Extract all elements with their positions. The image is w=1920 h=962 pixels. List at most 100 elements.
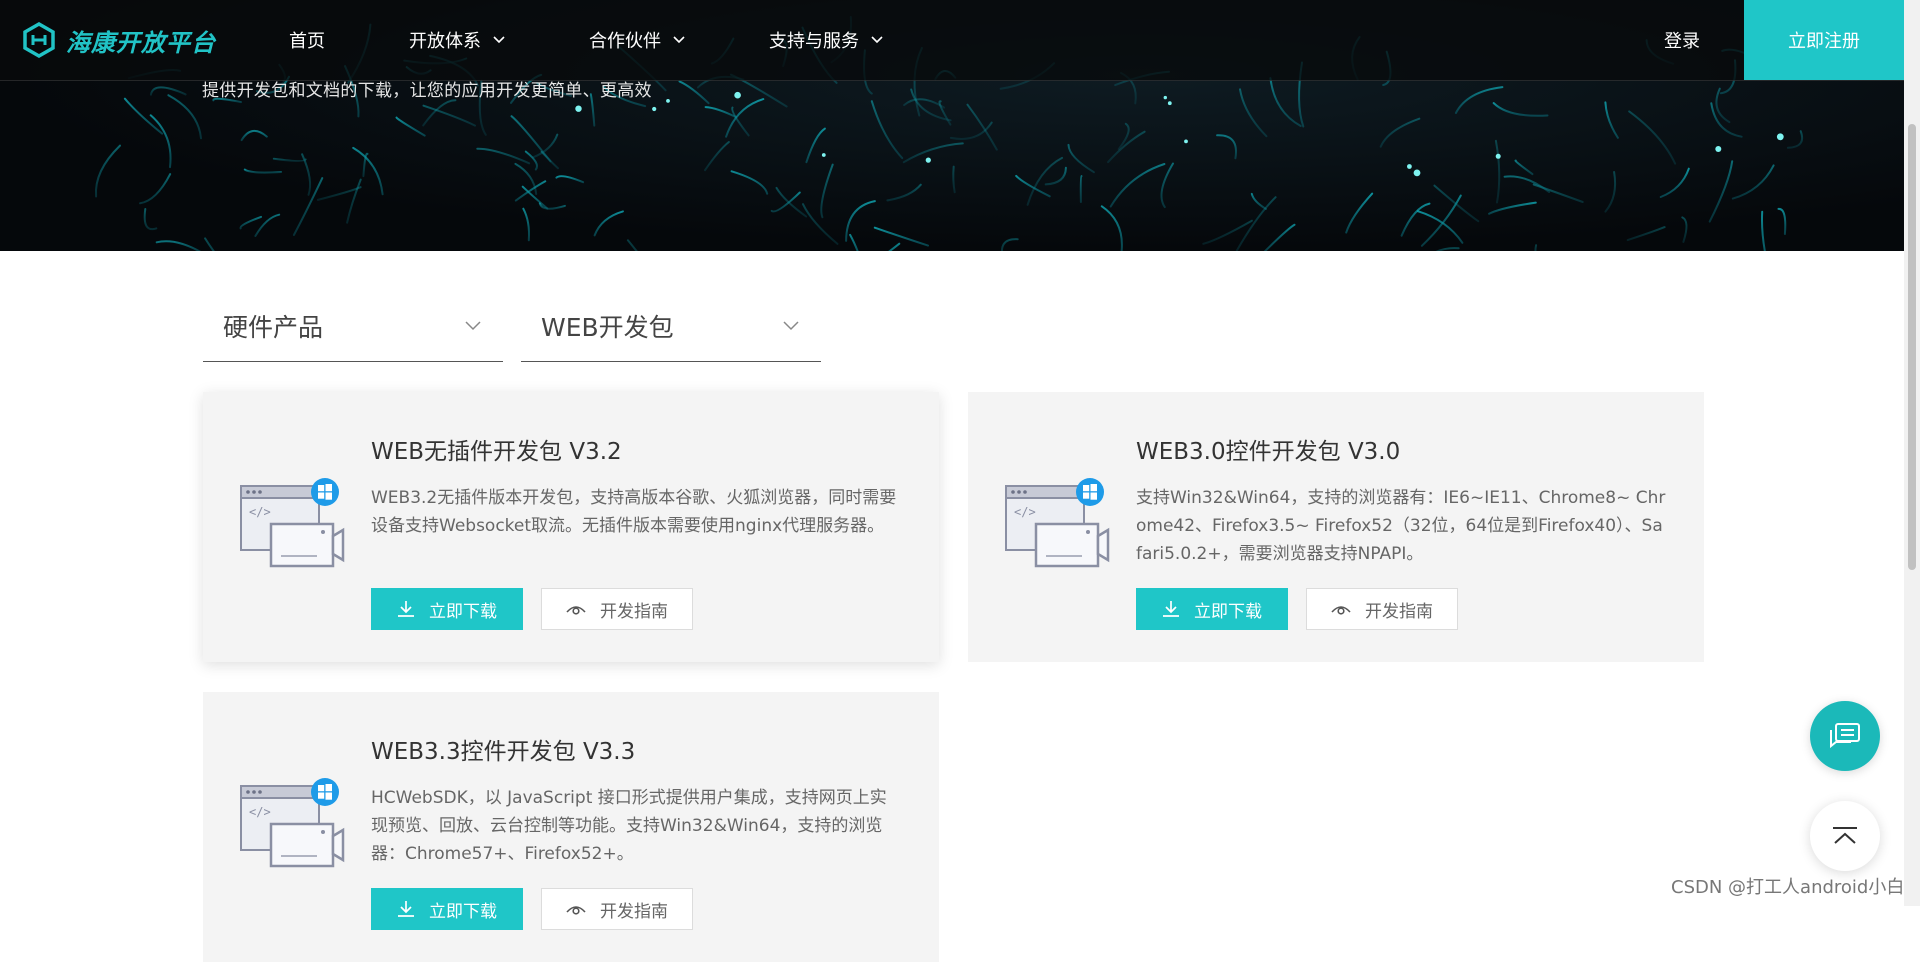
- register-button[interactable]: 立即注册: [1744, 0, 1904, 80]
- hero-glow-dot: [1163, 95, 1168, 100]
- hero-arc: [1628, 110, 1677, 165]
- filter-web-sdk-label: WEB开发包: [541, 312, 674, 342]
- hero-arc: [395, 116, 426, 137]
- hero-glow-dot: [1407, 164, 1412, 169]
- back-to-top-icon: [1833, 827, 1857, 844]
- sdk-card: </> WEB无插件开发包 V3.2 WEB3.2无插件版本开发包，支持高版本谷…: [203, 392, 939, 662]
- download-icon: [398, 901, 414, 917]
- hero-arc: [123, 97, 164, 135]
- login-link[interactable]: 登录: [1664, 0, 1700, 80]
- hero-arc: [1786, 130, 1804, 149]
- hero-arc: [1202, 219, 1253, 245]
- hero-arc: [1681, 216, 1688, 243]
- nav-home[interactable]: 首页: [289, 0, 325, 80]
- download-button[interactable]: 立即下载: [1136, 588, 1288, 630]
- hero-arc: [292, 177, 324, 236]
- hero-arc: [730, 170, 769, 195]
- hero-arc: [873, 226, 929, 247]
- csdn-watermark: CSDN @打工人android小白: [1671, 877, 1905, 898]
- hero-arc: [476, 147, 531, 165]
- hero-arc: [1067, 143, 1095, 174]
- hero-arc: [522, 207, 530, 242]
- hero-arc: [1731, 164, 1775, 200]
- hero-arc: [1760, 210, 1766, 251]
- scrollbar-thumb[interactable]: [1908, 124, 1916, 570]
- hero-arc: [94, 144, 121, 198]
- chevron-down-icon: [783, 320, 799, 330]
- chevron-down-icon: [673, 36, 685, 44]
- hero-arc: [802, 203, 839, 245]
- hero-arc: [1435, 247, 1460, 251]
- card-title: WEB3.3控件开发包 V3.3: [371, 739, 636, 765]
- hero-arc: [167, 94, 202, 140]
- hero-arc: [204, 237, 215, 251]
- hero-arc: [1534, 244, 1538, 251]
- nav-support[interactable]: 支持与服务: [769, 0, 883, 80]
- hero-arc: [1400, 202, 1431, 237]
- logo-text: 海康开放平台: [66, 28, 216, 57]
- filter-web-sdk[interactable]: WEB开发包: [521, 290, 821, 362]
- nav-open-system-label: 开放体系: [409, 31, 481, 52]
- hero-arc: [678, 80, 710, 105]
- hero-arc: [139, 173, 172, 205]
- top-navbar: 海康开放平台 首页 开放体系 合作伙伴 支持与服务 登录 立即注册: [0, 0, 1904, 81]
- hero-arc: [524, 150, 538, 171]
- hero-arc: [1235, 196, 1277, 251]
- browser-video-icon: </>: [240, 778, 345, 868]
- hero-arc: [1514, 159, 1534, 176]
- hero-arc: [1659, 167, 1690, 198]
- svg-text:</>: </>: [249, 505, 271, 519]
- card-title: WEB无插件开发包 V3.2: [371, 439, 622, 465]
- hero-arc: [1250, 192, 1267, 210]
- nav-open-system[interactable]: 开放体系: [409, 0, 505, 80]
- hero-arc: [1433, 184, 1480, 223]
- hero-arc: [966, 103, 998, 151]
- hero-arc: [143, 208, 158, 231]
- hero-arc: [1379, 117, 1421, 148]
- svg-text:</>: </>: [1014, 505, 1036, 519]
- hero-arc: [1345, 192, 1374, 234]
- hero-arc: [704, 141, 730, 172]
- hero-arc: [149, 114, 172, 169]
- nav-partners[interactable]: 合作伙伴: [589, 0, 685, 80]
- hero-arc: [540, 150, 559, 170]
- hero-arc: [1492, 102, 1549, 117]
- back-to-top-button[interactable]: [1810, 801, 1880, 871]
- hero-arc: [243, 168, 283, 174]
- dev-guide-button[interactable]: 开发指南: [541, 888, 693, 930]
- chat-button[interactable]: [1810, 701, 1880, 771]
- sdk-card: </> WEB3.3控件开发包 V3.3 HCWebSDK，以 JavaScri…: [203, 692, 939, 962]
- hero-arc: [514, 180, 547, 202]
- hero-glow-dot: [821, 153, 826, 157]
- hero-glow-dot: [1495, 153, 1501, 159]
- chat-icon: [1830, 723, 1860, 749]
- hero-arc: [1044, 166, 1067, 186]
- card-title: WEB3.0控件开发包 V3.0: [1136, 439, 1401, 465]
- hero-arc: [888, 242, 901, 251]
- hero-arc: [1239, 88, 1268, 138]
- hero-arc: [555, 175, 585, 184]
- sdk-card: </> WEB3.0控件开发包 V3.0 支持Win32&Win64，支持的浏览…: [968, 392, 1704, 662]
- hero-glow-dot: [1184, 139, 1188, 144]
- hero-arc: [422, 99, 457, 127]
- hero-arc: [805, 127, 826, 164]
- card-description: WEB3.2无插件版本开发包，支持高版本谷歌、火狐浏览器，同时需要设备支持Web…: [371, 488, 897, 536]
- dev-guide-button[interactable]: 开发指南: [541, 588, 693, 630]
- hero-arc: [1269, 77, 1302, 127]
- download-button[interactable]: 立即下载: [371, 588, 523, 630]
- download-button[interactable]: 立即下载: [371, 888, 523, 930]
- hero-arc: [626, 239, 638, 251]
- browser-video-icon: </>: [1005, 478, 1110, 568]
- brand-logo[interactable]: 海康开放平台: [22, 22, 216, 58]
- hero-arc: [902, 142, 964, 164]
- hero-arc: [272, 157, 307, 162]
- browser-video-icon: </>: [240, 478, 345, 568]
- hero-arc: [1117, 122, 1130, 151]
- filter-hardware-products[interactable]: 硬件产品: [203, 290, 503, 362]
- hero-arc: [1604, 101, 1619, 139]
- hero-arc: [870, 100, 904, 160]
- hero-arc: [775, 186, 808, 218]
- card-description: 支持Win32&Win64，支持的浏览器有：IE6~IE11、Chrome8~ …: [1136, 488, 1666, 564]
- chevron-down-icon: [465, 320, 481, 330]
- dev-guide-button[interactable]: 开发指南: [1306, 588, 1458, 630]
